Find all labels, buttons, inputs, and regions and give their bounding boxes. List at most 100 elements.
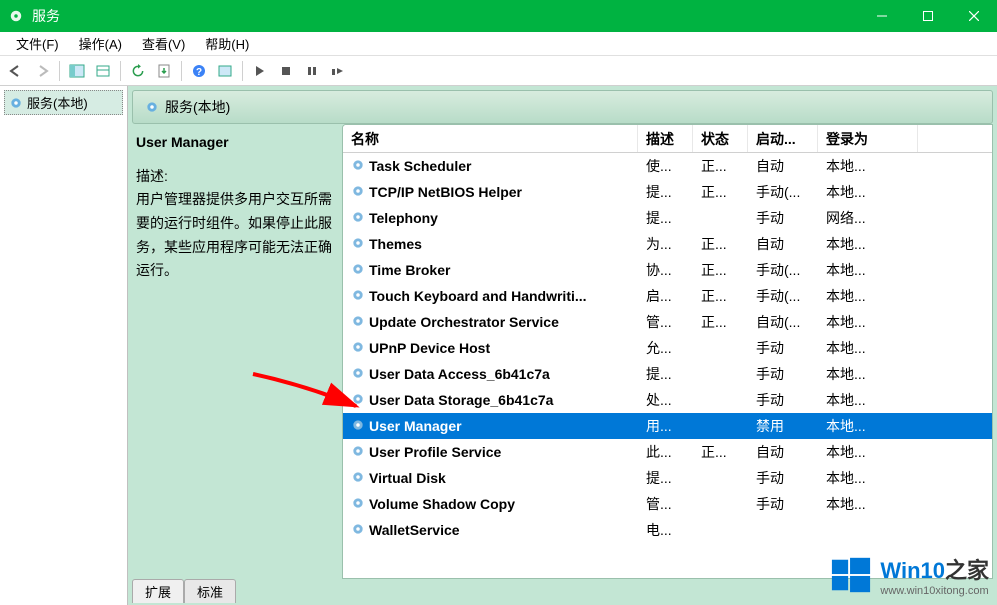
column-description[interactable]: 描述 (638, 125, 693, 152)
service-status (693, 372, 748, 376)
service-name: Volume Shadow Copy (369, 496, 515, 512)
menu-view[interactable]: 查看(V) (132, 32, 195, 55)
gear-icon (351, 496, 365, 513)
service-status: 正... (693, 440, 748, 464)
service-row[interactable]: Volume Shadow Copy管...手动本地... (343, 491, 992, 517)
service-desc: 管... (638, 492, 693, 516)
forward-button[interactable] (30, 59, 54, 83)
menubar: 文件(F) 操作(A) 查看(V) 帮助(H) (0, 32, 997, 56)
service-desc: 管... (638, 310, 693, 334)
gear-icon (351, 392, 365, 409)
service-status: 正... (693, 154, 748, 178)
service-startup: 手动(... (748, 258, 818, 282)
service-row[interactable]: User Data Storage_6b41c7a处...手动本地... (343, 387, 992, 413)
service-status (693, 476, 748, 480)
service-startup: 自动 (748, 154, 818, 178)
service-startup: 手动 (748, 492, 818, 516)
export-list-button[interactable] (152, 59, 176, 83)
service-startup: 手动 (748, 206, 818, 230)
content-pane: 服务(本地) User Manager 描述: 用户管理器提供多用户交互所需要的… (128, 86, 997, 605)
service-status: 正... (693, 310, 748, 334)
service-row[interactable]: UPnP Device Host允...手动本地... (343, 335, 992, 361)
service-name: Touch Keyboard and Handwriti... (369, 288, 587, 304)
properties-button[interactable] (213, 59, 237, 83)
menu-file[interactable]: 文件(F) (6, 32, 69, 55)
watermark-brand-zh: 之家 (945, 558, 989, 583)
service-row[interactable]: Themes为...正...自动本地... (343, 231, 992, 257)
service-row[interactable]: Virtual Disk提...手动本地... (343, 465, 992, 491)
service-desc: 处... (638, 388, 693, 412)
column-logon[interactable]: 登录为 (818, 125, 918, 152)
close-button[interactable] (951, 0, 997, 32)
service-row[interactable]: User Data Access_6b41c7a提...手动本地... (343, 361, 992, 387)
stop-service-button[interactable] (274, 59, 298, 83)
watermark-brand-en: Win10 (880, 558, 945, 583)
service-status (693, 424, 748, 428)
service-row[interactable]: Telephony提...手动网络... (343, 205, 992, 231)
column-startup[interactable]: 启动... (748, 125, 818, 152)
maximize-button[interactable] (905, 0, 951, 32)
refresh-button[interactable] (126, 59, 150, 83)
detail-pane: User Manager 描述: 用户管理器提供多用户交互所需要的运行时组件。如… (132, 124, 342, 579)
main-area: 服务(本地) 服务(本地) User Manager 描述: 用户管理器提供多用… (0, 86, 997, 605)
menu-help[interactable]: 帮助(H) (195, 32, 259, 55)
help-button[interactable]: ? (187, 59, 211, 83)
tab-extended[interactable]: 扩展 (132, 579, 184, 603)
service-startup: 禁用 (748, 414, 818, 438)
gear-icon (351, 340, 365, 357)
service-row[interactable]: Touch Keyboard and Handwriti...启...正...手… (343, 283, 992, 309)
column-name[interactable]: 名称 (343, 125, 638, 152)
list-header: 名称 描述 状态 启动... 登录为 (343, 125, 992, 153)
service-row[interactable]: Task Scheduler使...正...自动本地... (343, 153, 992, 179)
service-desc: 提... (638, 180, 693, 204)
gear-icon (145, 100, 159, 114)
gear-icon (9, 96, 23, 110)
toolbar: ? (0, 56, 997, 86)
service-row[interactable]: Time Broker协...正...手动(...本地... (343, 257, 992, 283)
column-status[interactable]: 状态 (693, 125, 748, 152)
nav-item-local-services[interactable]: 服务(本地) (4, 90, 123, 115)
gear-icon (351, 288, 365, 305)
svg-text:?: ? (196, 67, 202, 78)
service-row[interactable]: TCP/IP NetBIOS Helper提...正...手动(...本地... (343, 179, 992, 205)
service-logon: 本地... (818, 154, 918, 178)
service-logon: 本地... (818, 232, 918, 256)
service-desc: 允... (638, 336, 693, 360)
tab-standard[interactable]: 标准 (184, 579, 236, 603)
restart-service-button[interactable] (326, 59, 350, 83)
list-rows: Task Scheduler使...正...自动本地...TCP/IP NetB… (343, 153, 992, 578)
export-button[interactable] (91, 59, 115, 83)
menu-action[interactable]: 操作(A) (69, 32, 132, 55)
service-status: 正... (693, 258, 748, 282)
app-icon (6, 6, 26, 26)
service-startup: 手动 (748, 336, 818, 360)
back-button[interactable] (4, 59, 28, 83)
service-logon: 本地... (818, 336, 918, 360)
gear-icon (351, 366, 365, 383)
service-logon: 本地... (818, 180, 918, 204)
window-title: 服务 (32, 6, 859, 26)
start-service-button[interactable] (248, 59, 272, 83)
watermark: Win10之家 www.win10xitong.com (830, 553, 989, 597)
service-row[interactable]: Update Orchestrator Service管...正...自动(..… (343, 309, 992, 335)
service-logon: 本地... (818, 284, 918, 308)
service-logon: 本地... (818, 414, 918, 438)
service-row[interactable]: WalletService电... (343, 517, 992, 543)
pause-service-button[interactable] (300, 59, 324, 83)
service-logon: 本地... (818, 310, 918, 334)
service-row[interactable]: User Profile Service此...正...自动本地... (343, 439, 992, 465)
service-desc: 提... (638, 362, 693, 386)
service-status (693, 502, 748, 506)
minimize-button[interactable] (859, 0, 905, 32)
service-name: Virtual Disk (369, 470, 446, 486)
service-list: 名称 描述 状态 启动... 登录为 Task Scheduler使...正..… (342, 124, 993, 579)
gear-icon (351, 158, 365, 175)
gear-icon (351, 470, 365, 487)
show-hide-tree-button[interactable] (65, 59, 89, 83)
service-desc: 提... (638, 206, 693, 230)
service-status: 正... (693, 180, 748, 204)
service-row[interactable]: User Manager用...禁用本地... (343, 413, 992, 439)
description-label: 描述: (136, 166, 334, 186)
service-logon (818, 528, 918, 532)
watermark-url: www.win10xitong.com (880, 585, 989, 597)
